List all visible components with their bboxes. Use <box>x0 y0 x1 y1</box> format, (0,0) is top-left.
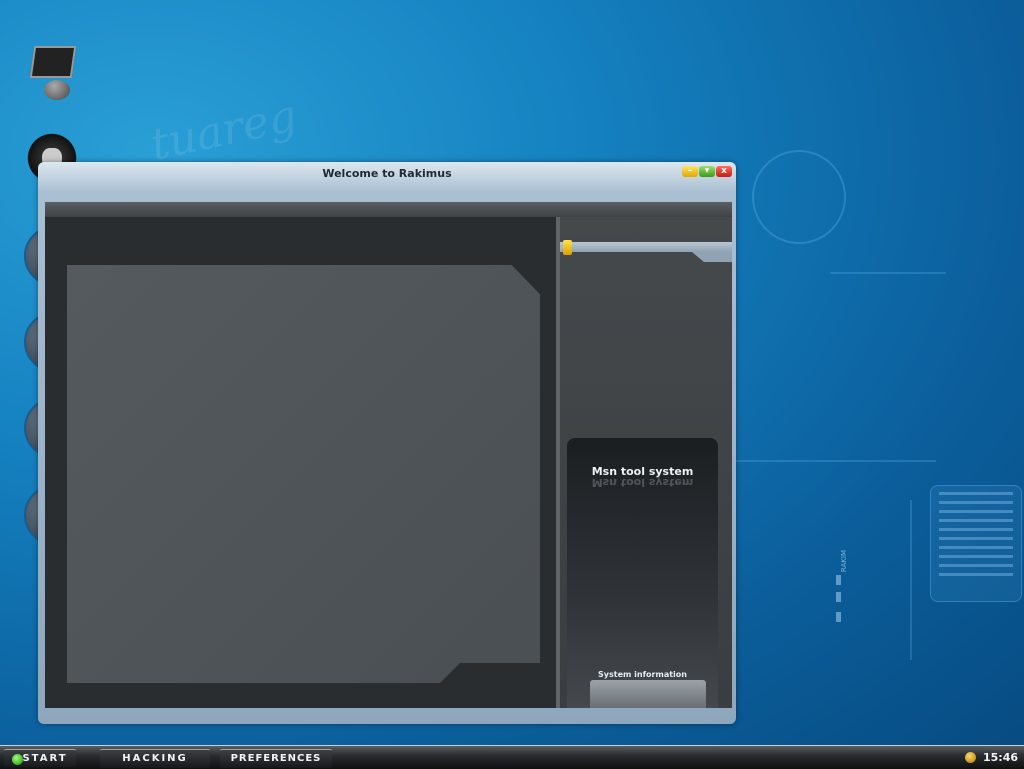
start-button[interactable]: START <box>4 749 76 767</box>
msn-title-reflection: Msn tool system <box>591 476 694 489</box>
window-title: Welcome to Rakimus <box>322 167 452 180</box>
wallpaper-line <box>736 460 936 462</box>
window-controls: – ▾ x <box>682 166 732 177</box>
system-info-button[interactable] <box>590 680 706 708</box>
start-orb-icon <box>12 754 23 765</box>
preferences-button[interactable]: PREFERENCES <box>220 749 332 768</box>
window-body: Msn tool system Msn tool system System i… <box>45 202 732 708</box>
maximize-button[interactable]: ▾ <box>699 166 715 177</box>
side-slider-track <box>560 242 732 252</box>
wallpaper-code-block <box>930 485 1022 602</box>
wallpaper-mark <box>836 612 841 622</box>
wallpaper-mark <box>836 592 841 602</box>
minimize-button[interactable]: – <box>682 166 698 177</box>
content-area[interactable] <box>67 265 540 683</box>
window-toolbar <box>45 202 732 217</box>
taskbar: START HACKING PREFERENCES 15:46 <box>0 745 1024 769</box>
hacking-button[interactable]: HACKING <box>100 749 210 768</box>
side-slider-tab <box>692 252 732 262</box>
slider-handle[interactable] <box>563 240 572 255</box>
monitor-icon[interactable] <box>24 44 80 100</box>
wallpaper-logo: tuareg <box>146 90 302 171</box>
wallpaper-mark <box>836 575 841 585</box>
msn-tool-panel: Msn tool system Msn tool system System i… <box>567 438 718 708</box>
side-pane: Msn tool system Msn tool system System i… <box>560 217 732 708</box>
wallpaper-line <box>830 272 946 274</box>
wallpaper-line <box>910 500 912 660</box>
tray-status-icon[interactable] <box>965 752 976 763</box>
system-info-label: System information <box>598 670 687 679</box>
rakimus-window: Welcome to Rakimus – ▾ x Msn tool system… <box>38 162 736 724</box>
close-button[interactable]: x <box>716 166 732 177</box>
main-pane <box>45 217 560 708</box>
clock[interactable]: 15:46 <box>983 749 1018 767</box>
start-label: START <box>22 753 68 764</box>
wallpaper-vertical-label: RAKIM <box>840 550 848 573</box>
wallpaper-circle <box>752 150 846 244</box>
